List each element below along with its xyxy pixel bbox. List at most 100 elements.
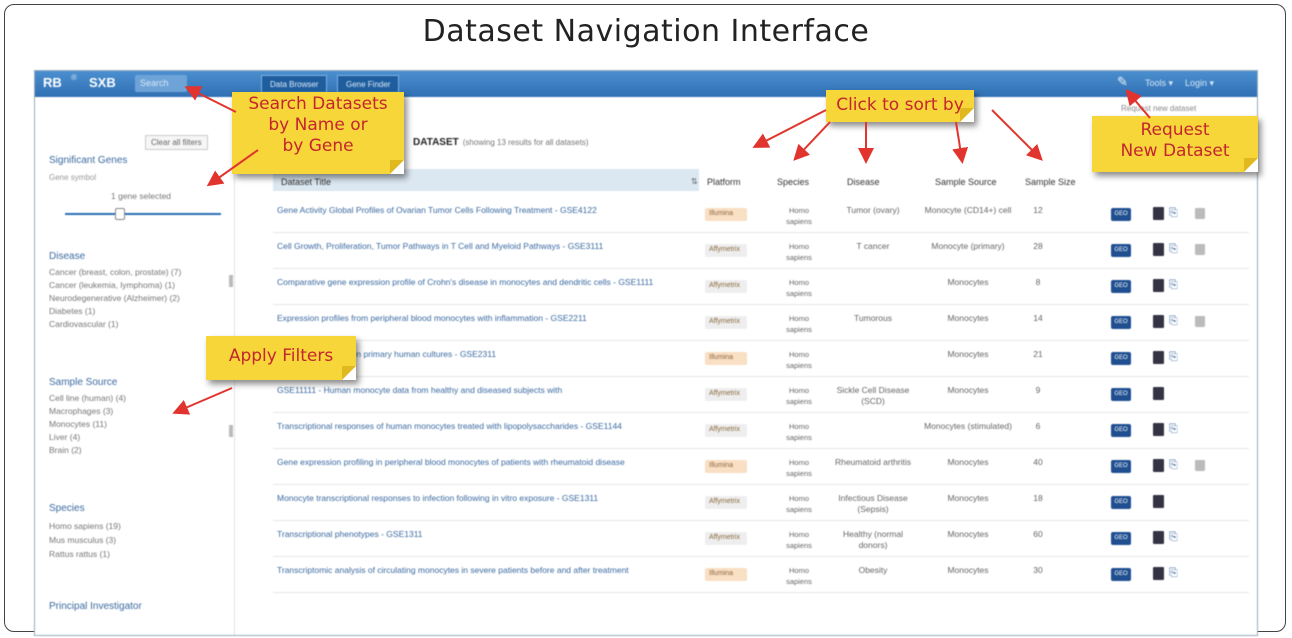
geo-download-button[interactable]: GEO bbox=[1111, 424, 1131, 437]
export-icon[interactable] bbox=[1195, 208, 1205, 219]
geo-download-button[interactable]: GEO bbox=[1111, 460, 1131, 473]
document-icon[interactable] bbox=[1153, 243, 1164, 256]
sample-size-cell: 12 bbox=[1033, 205, 1043, 215]
dataset-title-link[interactable]: Transcriptional responses of human monoc… bbox=[277, 421, 697, 432]
chart-icon[interactable]: ⎘ bbox=[1169, 531, 1182, 544]
disease-scrollbar[interactable] bbox=[229, 275, 233, 287]
chart-icon[interactable]: ⎘ bbox=[1169, 315, 1182, 328]
filter-option[interactable]: Homo sapiens (19) bbox=[49, 521, 121, 531]
dataset-search-input[interactable]: Search bbox=[135, 75, 187, 92]
filter-option[interactable]: Neurodegenerative (Alzheimer) (2) bbox=[49, 293, 180, 303]
filter-option[interactable]: Cancer (leukemia, lymphoma) (1) bbox=[49, 280, 175, 290]
callout-request: Request New Dataset bbox=[1092, 116, 1258, 172]
filter-option[interactable]: Monocytes (11) bbox=[49, 419, 107, 429]
platform-badge: Illumina bbox=[705, 568, 747, 581]
clear-filters-button[interactable]: Clear all filters bbox=[145, 135, 208, 150]
dataset-title-link[interactable]: Expression profiles from peripheral bloo… bbox=[277, 313, 697, 324]
col-header-disease[interactable]: Disease bbox=[847, 177, 880, 187]
col-header-species[interactable]: Species bbox=[777, 177, 809, 187]
gene-finder-button[interactable]: Gene Finder bbox=[337, 75, 400, 93]
chart-icon[interactable]: ⎘ bbox=[1169, 207, 1182, 220]
export-icon[interactable] bbox=[1195, 316, 1205, 327]
species-cell: Homo sapiens bbox=[786, 314, 812, 334]
table-row[interactable]: GSE11111 - Human monocyte data from heal… bbox=[273, 377, 1249, 413]
brand-name[interactable]: SXB bbox=[89, 75, 116, 90]
filter-head-investigator: Principal Investigator bbox=[49, 601, 142, 612]
table-row[interactable]: Gene Activity Global Profiles of Ovarian… bbox=[273, 197, 1249, 233]
data-browser-button[interactable]: Data Browser bbox=[261, 75, 328, 93]
document-icon[interactable] bbox=[1153, 495, 1164, 508]
dataset-title-link[interactable]: Gene Activity Global Profiles of Ovarian… bbox=[277, 205, 697, 216]
export-icon[interactable] bbox=[1195, 244, 1205, 255]
geo-download-button[interactable]: GEO bbox=[1111, 244, 1131, 257]
filter-option[interactable]: Macrophages (3) bbox=[49, 406, 113, 416]
filter-option[interactable]: Cardiovascular (1) bbox=[49, 319, 118, 329]
tools-menu[interactable]: Tools ▾ bbox=[1145, 78, 1173, 89]
gene-slider-track[interactable] bbox=[65, 213, 221, 215]
request-dataset-icon[interactable]: ✎ bbox=[1117, 74, 1133, 90]
document-icon[interactable] bbox=[1153, 351, 1164, 364]
geo-download-button[interactable]: GEO bbox=[1111, 316, 1131, 329]
brand-logo[interactable]: RB bbox=[43, 75, 62, 90]
filter-option[interactable]: Diabetes (1) bbox=[49, 306, 95, 316]
geo-download-button[interactable]: GEO bbox=[1111, 208, 1131, 221]
geo-download-button[interactable]: GEO bbox=[1111, 352, 1131, 365]
table-row[interactable]: Monocyte activation in primary human cul… bbox=[273, 341, 1249, 377]
document-icon[interactable] bbox=[1153, 279, 1164, 292]
document-icon[interactable] bbox=[1153, 459, 1164, 472]
document-icon[interactable] bbox=[1153, 423, 1164, 436]
dataset-title-link[interactable]: GSE11111 - Human monocyte data from heal… bbox=[277, 385, 697, 396]
document-icon[interactable] bbox=[1153, 387, 1164, 400]
chart-icon[interactable]: ⎘ bbox=[1169, 279, 1182, 292]
chart-icon[interactable]: ⎘ bbox=[1169, 351, 1182, 364]
filter-head-sample-source: Sample Source bbox=[49, 377, 118, 388]
table-row[interactable]: Cell Growth, Proliferation, Tumor Pathwa… bbox=[273, 233, 1249, 269]
dataset-title-link[interactable]: Cell Growth, Proliferation, Tumor Pathwa… bbox=[277, 241, 697, 252]
document-icon[interactable] bbox=[1153, 531, 1164, 544]
sample-size-cell: 30 bbox=[1033, 565, 1043, 575]
filter-option[interactable]: Mus musculus (3) bbox=[49, 535, 116, 545]
filter-option[interactable]: Cell line (human) (4) bbox=[49, 393, 126, 403]
disease-cell: Obesity bbox=[858, 565, 888, 575]
table-row[interactable]: Transcriptional responses of human monoc… bbox=[273, 413, 1249, 449]
chart-icon[interactable]: ⎘ bbox=[1169, 459, 1182, 472]
gene-filter-input[interactable]: Gene symbol bbox=[49, 173, 96, 182]
table-row[interactable]: Transcriptional phenotypes - GSE1311 Affy… bbox=[273, 521, 1249, 557]
col-header-platform[interactable]: Platform bbox=[707, 177, 741, 187]
dataset-title-link[interactable]: Transcriptomic analysis of circulating m… bbox=[277, 565, 697, 576]
chart-icon[interactable]: ⎘ bbox=[1169, 567, 1182, 580]
col-header-sample-size[interactable]: Sample Size bbox=[1025, 177, 1076, 187]
export-icon[interactable] bbox=[1195, 460, 1205, 471]
geo-download-button[interactable]: GEO bbox=[1111, 568, 1131, 581]
chart-icon[interactable]: ⎘ bbox=[1169, 243, 1182, 256]
request-dataset-link[interactable]: Request new dataset bbox=[1121, 104, 1196, 113]
chart-icon[interactable]: ⎘ bbox=[1169, 423, 1182, 436]
dataset-title-link[interactable]: Monocyte transcriptional responses to in… bbox=[277, 493, 697, 504]
col-header-sample-source[interactable]: Sample Source bbox=[935, 177, 997, 187]
sort-icon[interactable]: ⇅ bbox=[691, 177, 698, 186]
filter-option[interactable]: Brain (2) bbox=[49, 445, 82, 455]
filter-option[interactable]: Liver (4) bbox=[49, 432, 80, 442]
filter-option[interactable]: Rattus rattus (1) bbox=[49, 549, 110, 559]
login-menu[interactable]: Login ▾ bbox=[1185, 78, 1214, 89]
dataset-title-link[interactable]: Gene expression profiling in peripheral … bbox=[277, 457, 697, 468]
filter-option[interactable]: Cancer (breast, colon, prostate) (7) bbox=[49, 267, 181, 277]
source-scrollbar[interactable] bbox=[229, 425, 233, 437]
geo-download-button[interactable]: GEO bbox=[1111, 280, 1131, 293]
geo-download-button[interactable]: GEO bbox=[1111, 388, 1131, 401]
table-row[interactable]: Expression profiles from peripheral bloo… bbox=[273, 305, 1249, 341]
document-icon[interactable] bbox=[1153, 207, 1164, 220]
platform-badge: Affymetrix bbox=[705, 532, 747, 545]
document-icon[interactable] bbox=[1153, 567, 1164, 580]
table-row[interactable]: Transcriptomic analysis of circulating m… bbox=[273, 557, 1249, 593]
table-row[interactable]: Monocyte transcriptional responses to in… bbox=[273, 485, 1249, 521]
table-row[interactable]: Gene expression profiling in peripheral … bbox=[273, 449, 1249, 485]
col-header-title[interactable]: Dataset Title bbox=[281, 177, 331, 187]
dataset-title-link[interactable]: Comparative gene expression profile of C… bbox=[277, 277, 697, 288]
geo-download-button[interactable]: GEO bbox=[1111, 496, 1131, 509]
document-icon[interactable] bbox=[1153, 315, 1164, 328]
gene-slider-handle[interactable] bbox=[115, 208, 125, 220]
geo-download-button[interactable]: GEO bbox=[1111, 532, 1131, 545]
dataset-title-link[interactable]: Transcriptional phenotypes - GSE1311 bbox=[277, 529, 697, 540]
table-row[interactable]: Comparative gene expression profile of C… bbox=[273, 269, 1249, 305]
